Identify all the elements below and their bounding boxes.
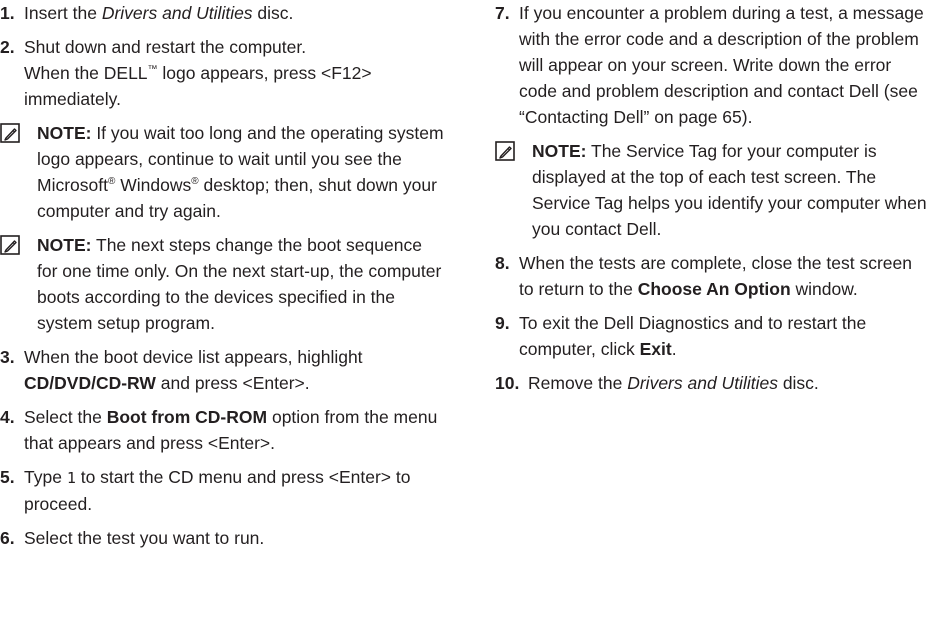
right-column: 7. If you encounter a problem during a t… — [495, 0, 927, 404]
step-8: 8. When the tests are complete, close th… — [495, 250, 927, 302]
step-7: 7. If you encounter a problem during a t… — [495, 0, 927, 130]
step-number: 1. — [0, 3, 15, 23]
step-number: 8. — [495, 253, 510, 273]
step-5: 5. Type 1 to start the CD menu and press… — [0, 464, 445, 517]
step-number: 2. — [0, 37, 15, 57]
step-2: 2. Shut down and restart the computer. W… — [0, 34, 445, 112]
step-number: 10. — [495, 373, 520, 393]
step-10: 10. Remove the Drivers and Utilities dis… — [495, 370, 927, 396]
step-1: 1. Insert the Drivers and Utilities disc… — [0, 0, 445, 26]
note-1: NOTE: If you wait too long and the opera… — [0, 120, 445, 224]
window-name: Choose An Option — [637, 279, 791, 299]
pencil-note-icon — [0, 123, 20, 143]
note-label: NOTE: — [37, 235, 92, 255]
step-3: 3. When the boot device list appears, hi… — [0, 344, 445, 396]
note-2: NOTE: The next steps change the boot seq… — [0, 232, 445, 336]
disc-name: Drivers and Utilities — [101, 3, 253, 23]
note-label: NOTE: — [37, 123, 92, 143]
note-label: NOTE: — [532, 141, 587, 161]
device-option: CD/DVD/CD-RW — [24, 373, 156, 393]
note-3: NOTE: The Service Tag for your computer … — [495, 138, 927, 242]
step-6: 6. Select the test you want to run. — [0, 525, 445, 551]
step-number: 9. — [495, 313, 510, 333]
typed-value: 1 — [66, 469, 76, 487]
step-4: 4. Select the Boot from CD-ROM option fr… — [0, 404, 445, 456]
boot-option: Boot from CD-ROM — [106, 407, 268, 427]
step-number: 4. — [0, 407, 15, 427]
step-number: 5. — [0, 467, 15, 487]
pencil-note-icon — [0, 235, 20, 255]
left-column: 1. Insert the Drivers and Utilities disc… — [0, 0, 445, 559]
exit-label: Exit — [639, 339, 672, 359]
step-number: 7. — [495, 3, 510, 23]
step-9: 9. To exit the Dell Diagnostics and to r… — [495, 310, 927, 362]
step-number: 6. — [0, 528, 15, 548]
disc-name: Drivers and Utilities — [627, 373, 778, 393]
step-number: 3. — [0, 347, 15, 367]
pencil-note-icon — [495, 141, 515, 161]
